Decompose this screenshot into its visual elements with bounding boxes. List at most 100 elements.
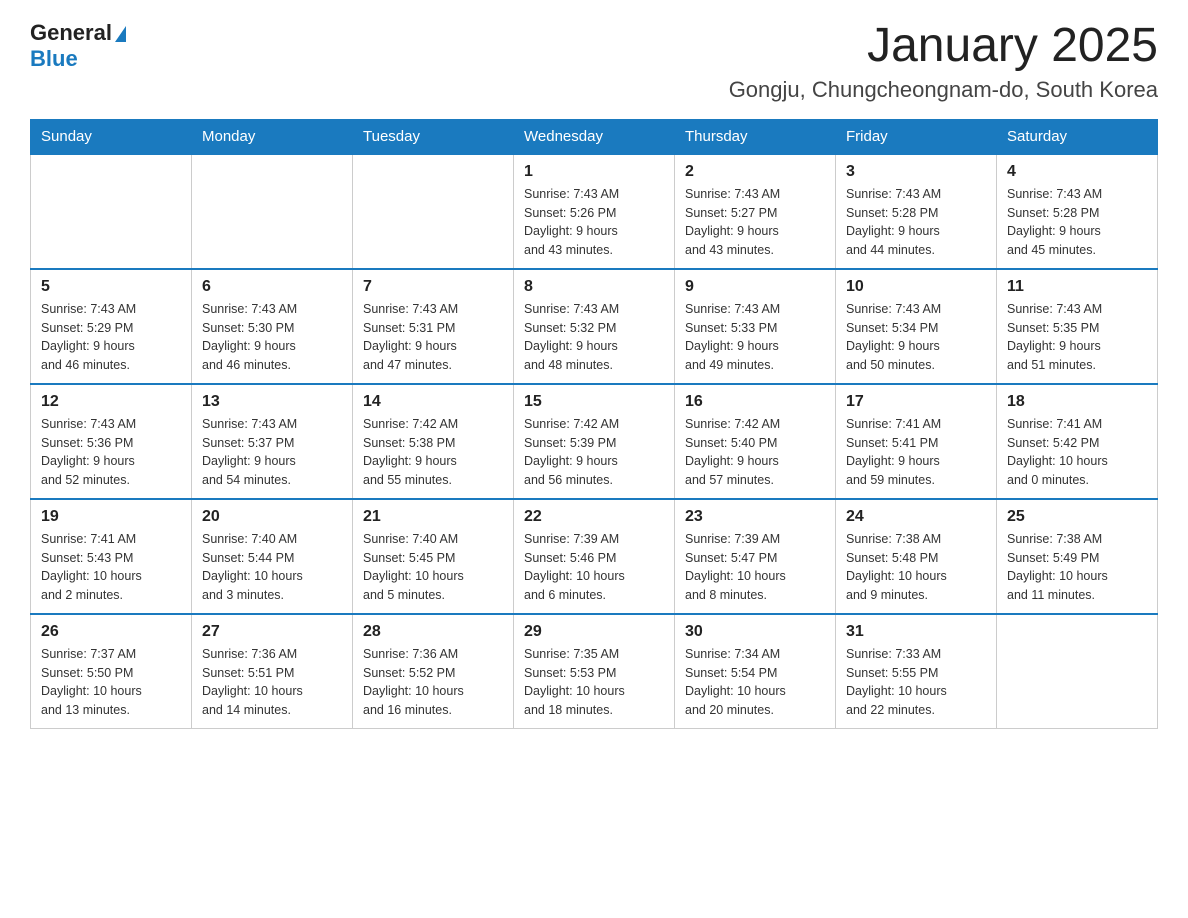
main-title: January 2025 — [729, 20, 1158, 73]
day-number: 15 — [524, 393, 664, 411]
calendar-cell: 21 Sunrise: 7:40 AM Sunset: 5:45 PM Dayli… — [353, 499, 514, 614]
day-number: 25 — [1007, 508, 1147, 526]
day-info: Sunrise: 7:40 AM Sunset: 5:44 PM Dayligh… — [202, 530, 342, 605]
title-block: January 2025 Gongju, Chungcheongnam-do, … — [729, 20, 1158, 103]
day-info: Sunrise: 7:40 AM Sunset: 5:45 PM Dayligh… — [363, 530, 503, 605]
calendar-cell: 13 Sunrise: 7:43 AM Sunset: 5:37 PM Dayli… — [192, 384, 353, 499]
calendar-cell: 9Sunrise: 7:43 AM Sunset: 5:33 PM Daylig… — [675, 269, 836, 384]
calendar-cell: 24 Sunrise: 7:38 AM Sunset: 5:48 PM Dayli… — [836, 499, 997, 614]
weekday-header-saturday: Saturday — [997, 119, 1158, 154]
calendar-cell: 10 Sunrise: 7:43 AM Sunset: 5:34 PM Dayli… — [836, 269, 997, 384]
calendar-cell: 8 Sunrise: 7:43 AM Sunset: 5:32 PM Daylig… — [514, 269, 675, 384]
calendar-cell: 15 Sunrise: 7:42 AM Sunset: 5:39 PM Dayli… — [514, 384, 675, 499]
calendar-cell: 2 Sunrise: 7:43 AM Sunset: 5:27 PM Daylig… — [675, 154, 836, 269]
calendar-week-5: 26Sunrise: 7:37 AM Sunset: 5:50 PM Dayli… — [31, 614, 1158, 729]
day-info: Sunrise: 7:39 AM Sunset: 5:47 PM Dayligh… — [685, 530, 825, 605]
day-number: 13 — [202, 393, 342, 411]
day-number: 21 — [363, 508, 503, 526]
day-info: Sunrise: 7:41 AM Sunset: 5:43 PM Dayligh… — [41, 530, 181, 605]
day-info: Sunrise: 7:43 AM Sunset: 5:28 PM Dayligh… — [1007, 185, 1147, 260]
calendar-header: SundayMondayTuesdayWednesdayThursdayFrid… — [31, 119, 1158, 154]
day-number: 19 — [41, 508, 181, 526]
day-info: Sunrise: 7:41 AM Sunset: 5:41 PM Dayligh… — [846, 415, 986, 490]
calendar-cell: 14 Sunrise: 7:42 AM Sunset: 5:38 PM Dayli… — [353, 384, 514, 499]
calendar-cell: 29 Sunrise: 7:35 AM Sunset: 5:53 PM Dayli… — [514, 614, 675, 729]
day-info: Sunrise: 7:38 AM Sunset: 5:48 PM Dayligh… — [846, 530, 986, 605]
logo-general-text: General — [30, 20, 112, 46]
day-info: Sunrise: 7:42 AM Sunset: 5:39 PM Dayligh… — [524, 415, 664, 490]
calendar-cell: 5Sunrise: 7:43 AM Sunset: 5:29 PM Daylig… — [31, 269, 192, 384]
calendar-cell: 3 Sunrise: 7:43 AM Sunset: 5:28 PM Daylig… — [836, 154, 997, 269]
day-info: Sunrise: 7:42 AM Sunset: 5:38 PM Dayligh… — [363, 415, 503, 490]
calendar-cell: 31 Sunrise: 7:33 AM Sunset: 5:55 PM Dayli… — [836, 614, 997, 729]
calendar-cell: 27 Sunrise: 7:36 AM Sunset: 5:51 PM Dayli… — [192, 614, 353, 729]
day-number: 5 — [41, 278, 181, 296]
calendar-cell: 20 Sunrise: 7:40 AM Sunset: 5:44 PM Dayli… — [192, 499, 353, 614]
weekday-header-thursday: Thursday — [675, 119, 836, 154]
day-info: Sunrise: 7:41 AM Sunset: 5:42 PM Dayligh… — [1007, 415, 1147, 490]
calendar-week-4: 19 Sunrise: 7:41 AM Sunset: 5:43 PM Dayli… — [31, 499, 1158, 614]
day-number: 17 — [846, 393, 986, 411]
calendar-cell: 26Sunrise: 7:37 AM Sunset: 5:50 PM Dayli… — [31, 614, 192, 729]
calendar-cell: 25 Sunrise: 7:38 AM Sunset: 5:49 PM Dayli… — [997, 499, 1158, 614]
page-header: General Blue January 2025 Gongju, Chungc… — [30, 20, 1158, 103]
day-number: 31 — [846, 623, 986, 641]
calendar-cell: 19 Sunrise: 7:41 AM Sunset: 5:43 PM Dayli… — [31, 499, 192, 614]
day-info: Sunrise: 7:38 AM Sunset: 5:49 PM Dayligh… — [1007, 530, 1147, 605]
calendar-body: 1Sunrise: 7:43 AM Sunset: 5:26 PM Daylig… — [31, 154, 1158, 729]
day-info: Sunrise: 7:36 AM Sunset: 5:51 PM Dayligh… — [202, 645, 342, 720]
day-info: Sunrise: 7:36 AM Sunset: 5:52 PM Dayligh… — [363, 645, 503, 720]
day-number: 8 — [524, 278, 664, 296]
calendar-cell: 4Sunrise: 7:43 AM Sunset: 5:28 PM Daylig… — [997, 154, 1158, 269]
calendar-cell: 16 Sunrise: 7:42 AM Sunset: 5:40 PM Dayli… — [675, 384, 836, 499]
day-info: Sunrise: 7:37 AM Sunset: 5:50 PM Dayligh… — [41, 645, 181, 720]
day-number: 12 — [41, 393, 181, 411]
weekday-header-monday: Monday — [192, 119, 353, 154]
day-info: Sunrise: 7:43 AM Sunset: 5:36 PM Dayligh… — [41, 415, 181, 490]
calendar-cell — [997, 614, 1158, 729]
calendar-cell: 7Sunrise: 7:43 AM Sunset: 5:31 PM Daylig… — [353, 269, 514, 384]
calendar-week-1: 1Sunrise: 7:43 AM Sunset: 5:26 PM Daylig… — [31, 154, 1158, 269]
day-info: Sunrise: 7:43 AM Sunset: 5:28 PM Dayligh… — [846, 185, 986, 260]
day-info: Sunrise: 7:34 AM Sunset: 5:54 PM Dayligh… — [685, 645, 825, 720]
day-number: 18 — [1007, 393, 1147, 411]
calendar-week-2: 5Sunrise: 7:43 AM Sunset: 5:29 PM Daylig… — [31, 269, 1158, 384]
day-number: 24 — [846, 508, 986, 526]
weekday-header-friday: Friday — [836, 119, 997, 154]
day-number: 30 — [685, 623, 825, 641]
calendar-cell: 12 Sunrise: 7:43 AM Sunset: 5:36 PM Dayli… — [31, 384, 192, 499]
day-number: 29 — [524, 623, 664, 641]
logo: General Blue — [30, 20, 126, 72]
day-info: Sunrise: 7:33 AM Sunset: 5:55 PM Dayligh… — [846, 645, 986, 720]
weekday-header-row: SundayMondayTuesdayWednesdayThursdayFrid… — [31, 119, 1158, 154]
day-number: 16 — [685, 393, 825, 411]
logo-triangle-icon — [115, 26, 126, 42]
calendar-cell — [31, 154, 192, 269]
day-number: 2 — [685, 163, 825, 181]
calendar-cell: 6Sunrise: 7:43 AM Sunset: 5:30 PM Daylig… — [192, 269, 353, 384]
calendar-cell: 22Sunrise: 7:39 AM Sunset: 5:46 PM Dayli… — [514, 499, 675, 614]
calendar-cell: 28Sunrise: 7:36 AM Sunset: 5:52 PM Dayli… — [353, 614, 514, 729]
day-number: 14 — [363, 393, 503, 411]
day-number: 1 — [524, 163, 664, 181]
day-info: Sunrise: 7:43 AM Sunset: 5:37 PM Dayligh… — [202, 415, 342, 490]
calendar-table: SundayMondayTuesdayWednesdayThursdayFrid… — [30, 119, 1158, 729]
day-info: Sunrise: 7:43 AM Sunset: 5:27 PM Dayligh… — [685, 185, 825, 260]
day-number: 10 — [846, 278, 986, 296]
day-number: 7 — [363, 278, 503, 296]
day-number: 27 — [202, 623, 342, 641]
weekday-header-tuesday: Tuesday — [353, 119, 514, 154]
day-number: 6 — [202, 278, 342, 296]
subtitle: Gongju, Chungcheongnam-do, South Korea — [729, 77, 1158, 103]
day-number: 20 — [202, 508, 342, 526]
day-info: Sunrise: 7:35 AM Sunset: 5:53 PM Dayligh… — [524, 645, 664, 720]
day-info: Sunrise: 7:43 AM Sunset: 5:32 PM Dayligh… — [524, 300, 664, 375]
calendar-cell: 30 Sunrise: 7:34 AM Sunset: 5:54 PM Dayli… — [675, 614, 836, 729]
day-number: 3 — [846, 163, 986, 181]
day-number: 11 — [1007, 278, 1147, 296]
weekday-header-wednesday: Wednesday — [514, 119, 675, 154]
day-info: Sunrise: 7:43 AM Sunset: 5:34 PM Dayligh… — [846, 300, 986, 375]
logo-blue-text: Blue — [30, 46, 78, 71]
day-info: Sunrise: 7:42 AM Sunset: 5:40 PM Dayligh… — [685, 415, 825, 490]
day-info: Sunrise: 7:39 AM Sunset: 5:46 PM Dayligh… — [524, 530, 664, 605]
